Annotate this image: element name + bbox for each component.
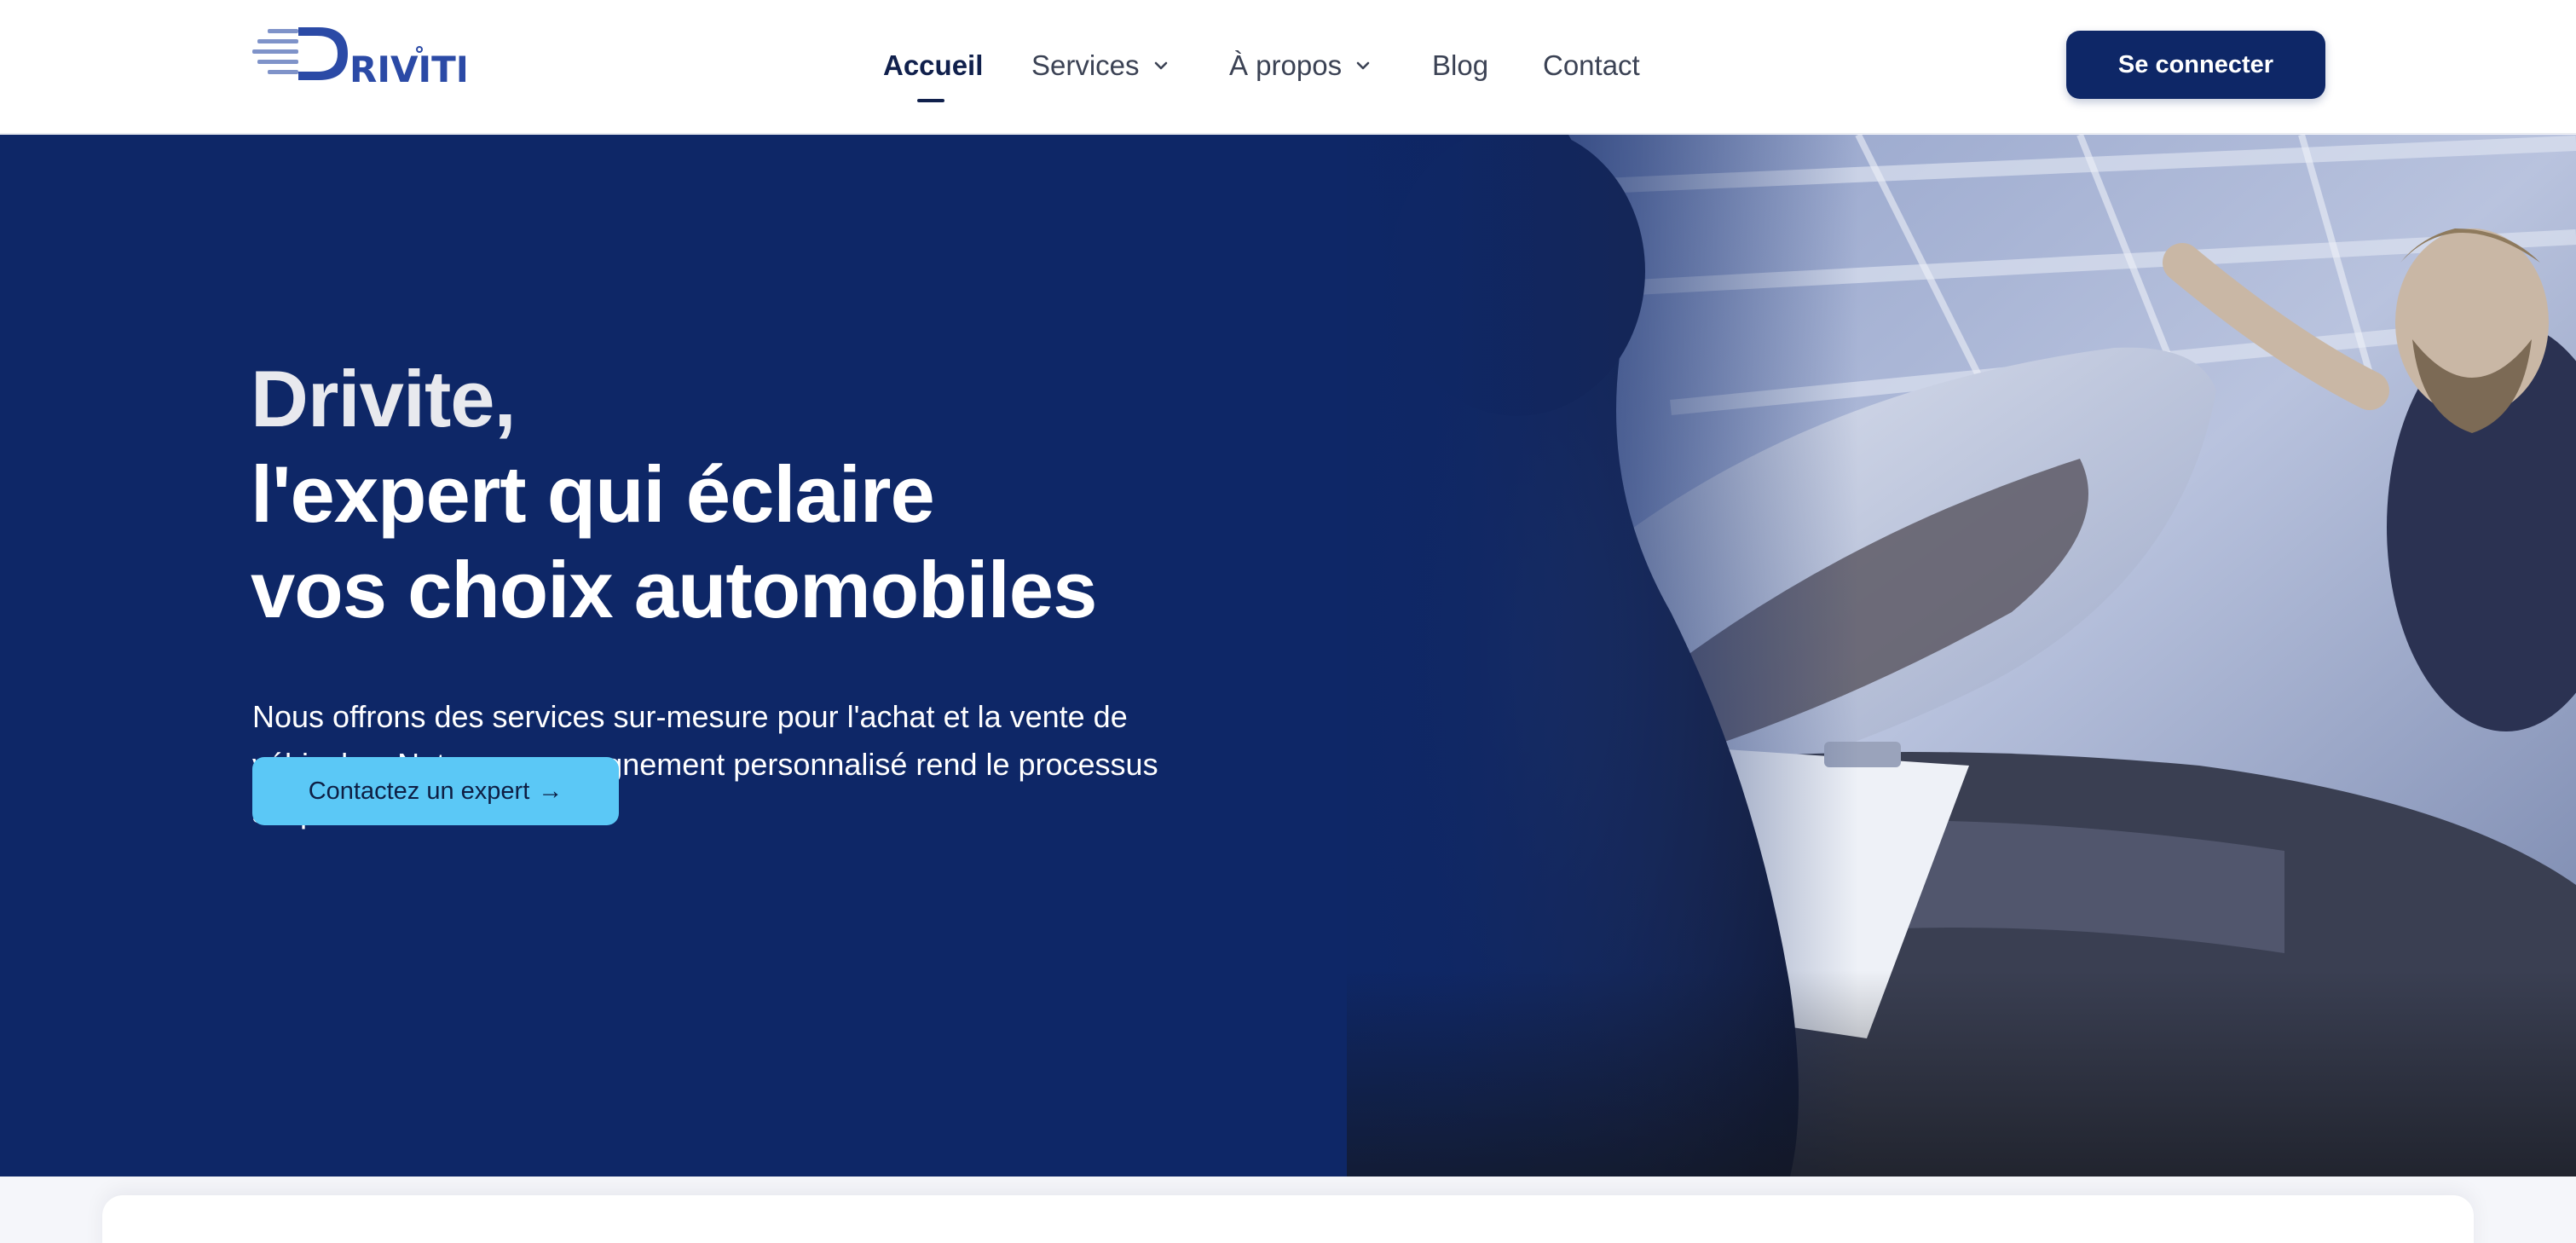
contact-expert-button[interactable]: Contactez un expert → [252, 757, 619, 825]
hero-title-line-3: vos choix automobiles [251, 545, 1097, 634]
nav-item-label: Contact [1543, 49, 1640, 81]
nav-item-label: Accueil [883, 49, 984, 81]
chevron-down-icon [1356, 61, 1370, 70]
nav-item-a-propos[interactable]: À propos [1229, 44, 1372, 87]
active-nav-indicator [917, 99, 944, 102]
nav-item-label: À propos [1229, 49, 1343, 81]
next-section-card [102, 1195, 2474, 1243]
nav-item-accueil[interactable]: Accueil [883, 44, 983, 87]
cta-label: Contactez un expert [308, 777, 530, 805]
hero-title-line-1: Drivite, [251, 354, 517, 443]
chevron-down-icon [1154, 61, 1167, 70]
arrow-right-icon: → [538, 777, 563, 805]
hero-title: Drivite, l'expert qui éclaire vos choix … [251, 351, 1444, 638]
login-button[interactable]: Se connecter [2066, 31, 2325, 99]
nav-item-contact[interactable]: Contact [1543, 44, 1640, 87]
next-section [0, 1177, 2576, 1243]
nav-item-label: Services [1031, 49, 1140, 81]
nav-item-label: Blog [1432, 49, 1489, 81]
hero-bottom-shade [1347, 970, 2576, 1177]
hero-title-line-2: l'expert qui éclaire [251, 449, 935, 539]
site-header: RIVITE Accueil Services À propos Blog Co… [0, 0, 2576, 134]
hero-section: Drivite, l'expert qui éclaire vos choix … [0, 135, 2576, 1177]
drivite-logo[interactable]: RIVITE [252, 24, 465, 89]
nav-item-blog[interactable]: Blog [1432, 44, 1488, 87]
nav-item-services[interactable]: Services [1031, 44, 1170, 87]
logo-wordmark: RIVITE [349, 49, 465, 89]
